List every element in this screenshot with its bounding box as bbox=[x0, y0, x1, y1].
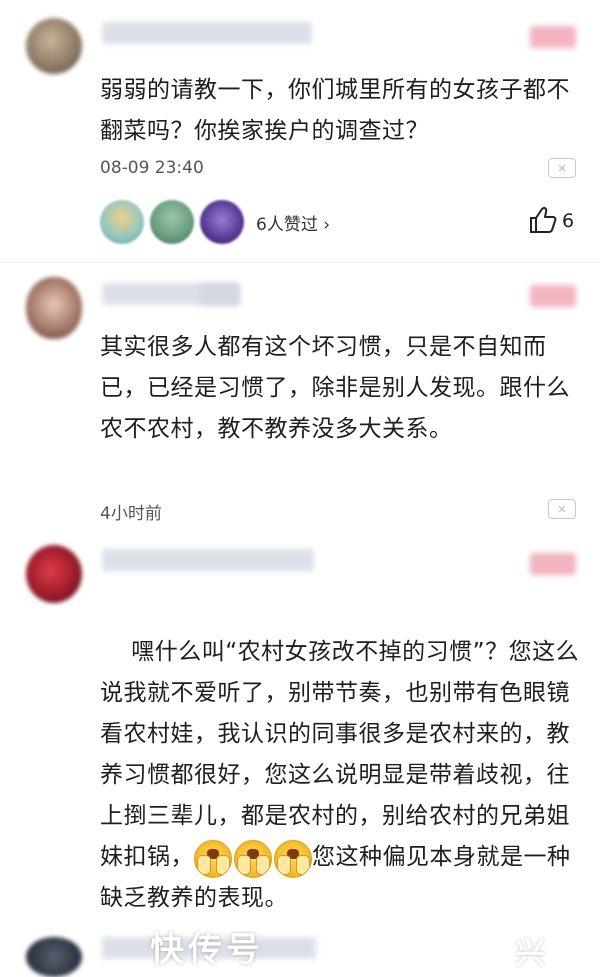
avatar[interactable] bbox=[26, 277, 82, 339]
watermark: 快传号 bbox=[150, 930, 264, 970]
user-badge-blurred bbox=[200, 283, 240, 305]
comment-time: 08-09 23:40 bbox=[100, 158, 204, 178]
username-blurred[interactable] bbox=[102, 549, 314, 571]
comment-1: 弱弱的请教一下，你们城里所有的女孩子都不翻菜吗？你挨家挨户的调查过？ 08-09… bbox=[0, 0, 600, 262]
emoji-row bbox=[194, 839, 312, 878]
avatar[interactable] bbox=[26, 18, 82, 74]
comment-text-main: 嘿什么叫“农村女孩改不掉的习惯”？您这么说我就不爱听了，别带节奏，也别带有色眼镜… bbox=[100, 639, 580, 870]
comment-text: 弱弱的请教一下，你们城里所有的女孩子都不翻菜吗？你挨家挨户的调查过？ bbox=[100, 77, 570, 144]
user-tag-blurred bbox=[530, 285, 576, 307]
user-tag-blurred bbox=[530, 26, 576, 48]
comment-2: 其实很多人都有这个坏习惯，只是不自知而已，已经是习惯了，除非是别人发现。跟什么农… bbox=[0, 263, 600, 535]
likers-link[interactable]: 6人赞过 › bbox=[256, 210, 330, 235]
liker-avatar[interactable] bbox=[100, 200, 144, 244]
comment-text: 嘿什么叫“农村女孩改不掉的习惯”？您这么说我就不爱听了，别带节奏，也别带有色眼镜… bbox=[100, 591, 585, 960]
praying-face-emoji bbox=[194, 839, 232, 878]
username-blurred[interactable] bbox=[102, 22, 312, 44]
watermark-partial: 兴 bbox=[515, 936, 545, 971]
praying-face-emoji bbox=[274, 839, 312, 878]
comment-4-partial bbox=[0, 925, 600, 977]
liker-avatar[interactable] bbox=[150, 200, 194, 244]
praying-face-emoji bbox=[234, 839, 272, 878]
user-tag-blurred bbox=[530, 553, 576, 575]
avatar[interactable] bbox=[26, 937, 82, 977]
like-count: 6 bbox=[562, 210, 575, 232]
comment-3: 嘿什么叫“农村女孩改不掉的习惯”？您这么说我就不爱听了，别带节奏，也别带有色眼镜… bbox=[0, 535, 600, 925]
report-icon[interactable]: × bbox=[548, 158, 576, 178]
liker-avatar[interactable] bbox=[200, 200, 244, 244]
comment-text: 其实很多人都有这个坏习惯，只是不自知而已，已经是习惯了，除非是别人发现。跟什么农… bbox=[100, 334, 570, 442]
comment-time: 4小时前 bbox=[100, 504, 162, 524]
thumbs-up-icon[interactable] bbox=[528, 205, 558, 235]
report-icon[interactable]: × bbox=[548, 499, 576, 519]
avatar[interactable] bbox=[26, 545, 82, 603]
